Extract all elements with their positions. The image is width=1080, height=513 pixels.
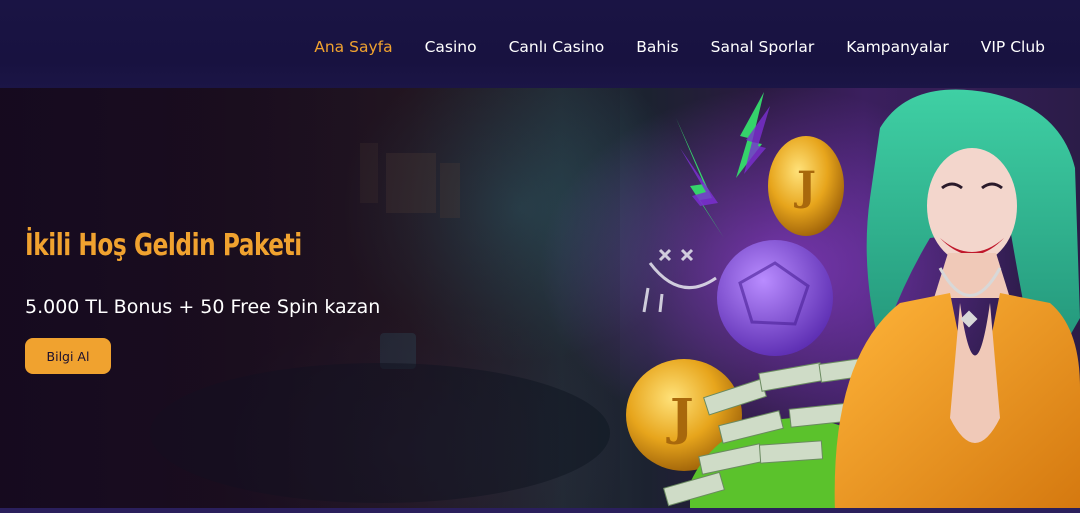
coin-logo: J <box>666 387 694 446</box>
nav-menu: Ana Sayfa Casino Canlı Casino Bahis Sana… <box>314 36 1045 58</box>
coin-logo: J <box>794 163 816 210</box>
nav-item-ana-sayfa[interactable]: Ana Sayfa <box>314 36 392 58</box>
nav-item-vip-club[interactable]: VIP Club <box>981 36 1045 58</box>
nav-item-casino[interactable]: Casino <box>425 36 477 58</box>
hero-title: İkili Hoş Geldin Paketi <box>25 228 302 263</box>
top-navbar: Ana Sayfa Casino Canlı Casino Bahis Sana… <box>0 0 1080 88</box>
bilgi-al-button[interactable]: Bilgi Al <box>25 338 111 374</box>
character-face <box>927 148 1017 264</box>
page: Ana Sayfa Casino Canlı Casino Bahis Sana… <box>0 0 1080 513</box>
nav-item-sanal-sporlar[interactable]: Sanal Sporlar <box>711 36 815 58</box>
nav-item-kampanyalar[interactable]: Kampanyalar <box>846 36 949 58</box>
section-divider <box>0 508 1080 513</box>
hero-subtitle: 5.000 TL Bonus + 50 Free Spin kazan <box>25 296 381 318</box>
nav-item-bahis[interactable]: Bahis <box>636 36 678 58</box>
nav-item-canli-casino[interactable]: Canlı Casino <box>509 36 605 58</box>
purple-ball <box>717 240 833 356</box>
hero-banner[interactable]: J J İkili Hoş Geldin Paketi 5.000 TL Bon… <box>0 88 1080 513</box>
